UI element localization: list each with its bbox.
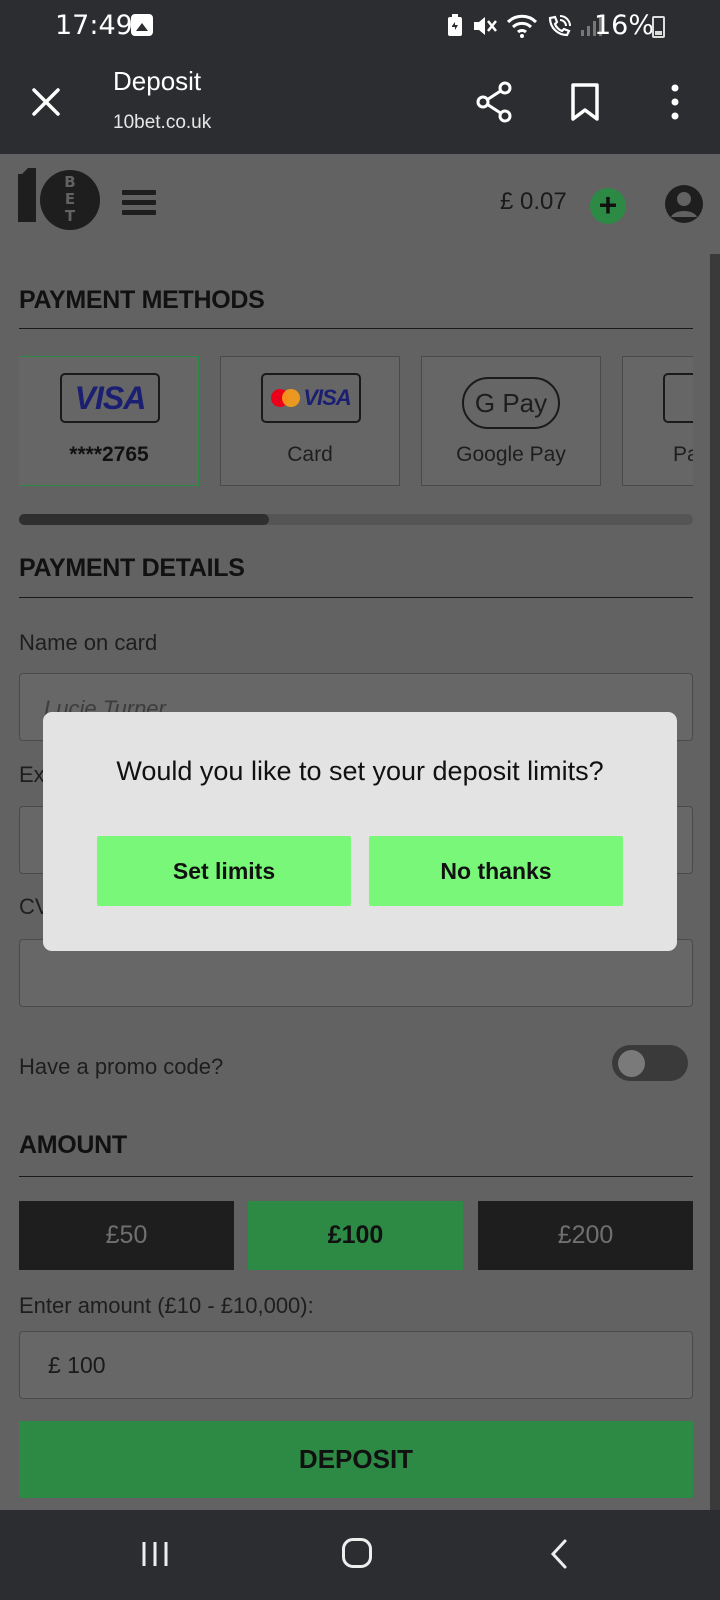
deposit-limits-dialog: Would you like to set your deposit limit… (43, 712, 677, 951)
amount-title: AMOUNT (19, 1131, 127, 1159)
battery-percent: 16% (594, 10, 655, 41)
bookmark-icon[interactable] (568, 82, 602, 122)
payment-method-saved-visa[interactable]: VISA ****2765 (19, 356, 199, 486)
divider (19, 597, 693, 598)
home-icon[interactable] (342, 1538, 372, 1568)
gallery-icon (131, 14, 153, 36)
svg-text:B: B (64, 173, 75, 191)
browser-toolbar: Deposit 10bet.co.uk (0, 52, 720, 154)
more-options-icon[interactable] (660, 80, 690, 124)
expiry-label: Ex (19, 762, 45, 787)
account-icon[interactable] (664, 184, 704, 224)
no-thanks-button[interactable]: No thanks (369, 836, 623, 906)
add-funds-button[interactable]: + (590, 188, 626, 224)
divider (19, 328, 693, 329)
payment-method-label: Pa (673, 443, 693, 466)
toggle-knob (618, 1050, 645, 1077)
payment-methods-title: PAYMENT METHODS (19, 286, 265, 314)
name-on-card-label: Name on card (19, 630, 158, 655)
dialog-question: Would you like to set your deposit limit… (116, 756, 604, 786)
amount-option-100[interactable]: £100 (248, 1201, 463, 1270)
page-scrollbar[interactable] (710, 254, 720, 1510)
divider (19, 1176, 693, 1177)
visa-icon: VISA (60, 373, 160, 423)
payment-method-card[interactable]: VISA Card (220, 356, 400, 486)
google-pay-icon: G Pay (462, 377, 560, 429)
svg-text:E: E (65, 190, 75, 208)
battery-saver-icon (448, 14, 462, 36)
mastercard-icon (271, 389, 301, 407)
account-balance: £ 0.07 (500, 188, 567, 215)
payment-method-partial[interactable]: Pa (622, 356, 693, 486)
recents-icon[interactable] (140, 1540, 170, 1568)
payment-method-google-pay[interactable]: G Pay Google Pay (421, 356, 601, 486)
share-icon[interactable] (474, 80, 514, 124)
wifi-icon (506, 14, 538, 38)
mute-icon (474, 17, 497, 35)
page-title: Deposit (113, 66, 202, 96)
payment-methods-list[interactable]: VISA ****2765 VISA Card G Pay Google Pay… (19, 356, 693, 488)
payment-method-label: Card (287, 443, 333, 466)
page-url: 10bet.co.uk (113, 112, 212, 133)
status-bar: 17:49 16% (0, 0, 720, 52)
promo-code-label: Have a promo code? (19, 1054, 224, 1079)
svg-text:T: T (65, 207, 76, 225)
close-icon[interactable] (26, 82, 66, 122)
menu-hamburger-icon[interactable] (122, 190, 156, 216)
enter-amount-label: Enter amount (£10 - £10,000): (19, 1293, 314, 1318)
status-icons (446, 12, 604, 40)
payment-methods-scroll-thumb[interactable] (19, 514, 269, 525)
amount-option-200[interactable]: £200 (478, 1201, 693, 1270)
amount-option-50[interactable]: £50 (19, 1201, 234, 1270)
battery-icon (652, 16, 665, 38)
navigation-bar (0, 1510, 720, 1600)
site-header: B E T £ 0.07 + (0, 154, 720, 254)
amount-value: £ 100 (48, 1352, 106, 1378)
payment-method-label: Google Pay (456, 443, 566, 466)
amount-input[interactable]: £ 100 (19, 1331, 693, 1399)
payment-method-label: ****2765 (69, 443, 149, 466)
set-limits-button[interactable]: Set limits (97, 836, 351, 906)
card-brands-icon: VISA (261, 373, 361, 423)
status-time: 17:49 (55, 10, 133, 41)
promo-code-toggle[interactable] (612, 1045, 688, 1081)
deposit-button[interactable]: DEPOSIT (19, 1421, 693, 1498)
10bet-logo[interactable]: B E T (18, 168, 102, 234)
wifi-call-icon (548, 15, 571, 37)
back-icon[interactable] (548, 1538, 570, 1570)
payment-method-icon (663, 373, 693, 423)
payment-details-title: PAYMENT DETAILS (19, 554, 245, 582)
